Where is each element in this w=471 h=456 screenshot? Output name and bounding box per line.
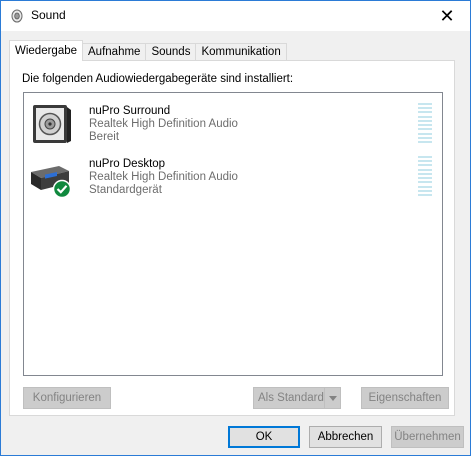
device-driver: Realtek High Definition Audio <box>89 118 238 130</box>
device-item-nupro-desktop[interactable]: nuPro Desktop Realtek High Definition Au… <box>24 150 442 202</box>
close-button[interactable]: ✕ <box>424 1 470 31</box>
title-bar[interactable]: Sound ✕ <box>1 1 470 31</box>
apply-button[interactable]: Übernehmen <box>391 426 464 448</box>
tab-aufnahme[interactable]: Aufnahme <box>82 43 147 61</box>
device-driver: Realtek High Definition Audio <box>89 171 238 183</box>
playback-panel: Die folgenden Audiowiedergabegeräte sind… <box>9 60 455 416</box>
chevron-down-icon[interactable] <box>324 388 340 408</box>
tab-strip: Wiedergabe Aufnahme Sounds Kommunikation <box>9 40 287 61</box>
close-icon: ✕ <box>439 5 455 26</box>
device-list[interactable]: nuPro Surround Realtek High Definition A… <box>23 92 443 376</box>
panel-heading: Die folgenden Audiowiedergabegeräte sind… <box>22 73 294 85</box>
set-default-split-button[interactable]: Als Standard <box>253 387 341 409</box>
device-name: nuPro Desktop <box>89 158 166 170</box>
device-item-nupro-surround[interactable]: nuPro Surround Realtek High Definition A… <box>24 97 442 149</box>
tab-wiedergabe[interactable]: Wiedergabe <box>9 40 84 61</box>
digital-output-device-icon <box>31 166 72 198</box>
tab-sounds[interactable]: Sounds <box>145 43 197 61</box>
cancel-button[interactable]: Abbrechen <box>309 426 382 448</box>
window-title: Sound <box>31 8 66 22</box>
sound-dialog: Sound ✕ Wiedergabe Aufnahme Sounds Kommu… <box>0 0 471 456</box>
volume-level-meter <box>418 103 432 143</box>
tab-kommunikation[interactable]: Kommunikation <box>195 43 287 61</box>
device-status: Bereit <box>89 131 120 143</box>
configure-button[interactable]: Konfigurieren <box>23 387 111 409</box>
speaker-device-icon <box>33 105 71 143</box>
device-name: nuPro Surround <box>89 105 171 117</box>
speaker-icon <box>11 9 23 23</box>
properties-button[interactable]: Eigenschaften <box>361 387 449 409</box>
device-status: Standardgerät <box>89 184 162 196</box>
set-default-label: Als Standard <box>258 392 324 404</box>
ok-button[interactable]: OK <box>228 426 300 448</box>
volume-level-meter <box>418 156 432 196</box>
